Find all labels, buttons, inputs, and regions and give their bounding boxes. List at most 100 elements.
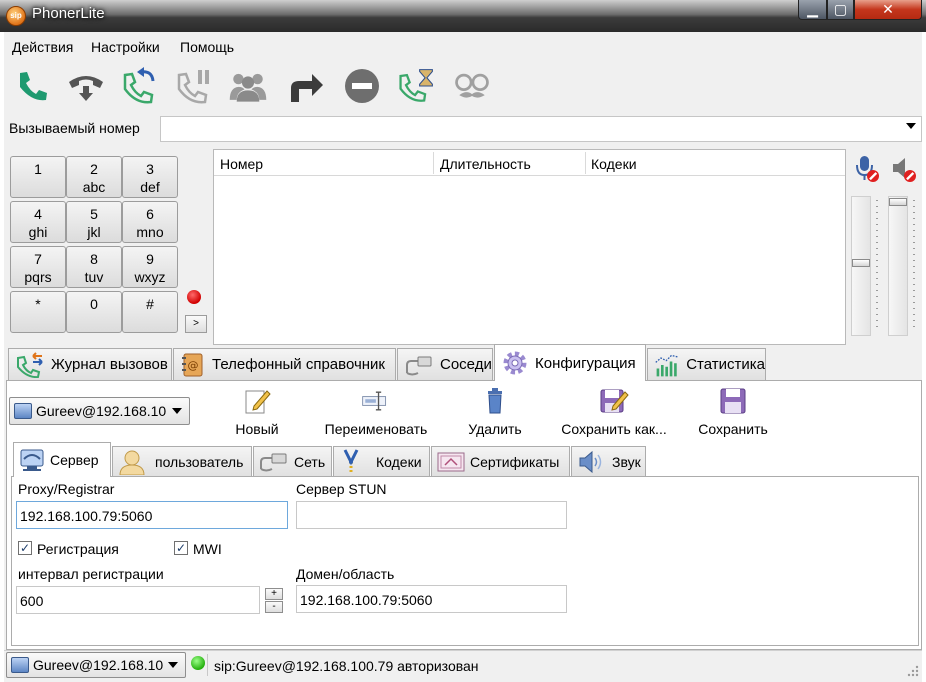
rename-icon[interactable]	[360, 386, 390, 416]
tab-certificates[interactable]: Сертификаты	[431, 446, 570, 476]
called-number-input[interactable]	[160, 116, 922, 142]
microphone-mute-icon[interactable]	[854, 155, 880, 183]
chevron-down-icon	[172, 408, 182, 414]
key-3[interactable]: 3 def	[122, 156, 178, 198]
tab-neighbors[interactable]: Соседи	[397, 348, 493, 380]
key-5[interactable]: 5 jkl	[66, 201, 122, 243]
server-icon	[20, 449, 44, 471]
proxy-registrar-input[interactable]: 192.168.100.79:5060	[16, 501, 288, 529]
stun-server-input[interactable]	[296, 501, 567, 529]
tab-configuration[interactable]: Конфигурация	[494, 344, 646, 381]
rename-button[interactable]: Переименовать	[316, 421, 436, 437]
interval-decrement-button[interactable]: -	[265, 601, 283, 613]
key-hash[interactable]: #	[122, 291, 178, 333]
interval-increment-button[interactable]: +	[265, 588, 283, 600]
anonymous-icon[interactable]	[452, 66, 492, 106]
column-codecs[interactable]: Кодеки	[591, 156, 637, 172]
save-as-icon[interactable]	[599, 386, 629, 416]
hangup-icon[interactable]	[66, 66, 106, 106]
redial-icon[interactable]	[120, 66, 160, 106]
save-icon[interactable]	[718, 386, 748, 416]
neighbors-icon	[406, 356, 432, 375]
new-icon[interactable]	[242, 386, 272, 416]
call-icon[interactable]	[12, 66, 52, 106]
chevron-down-icon[interactable]	[906, 123, 916, 129]
call-log-icon	[17, 351, 43, 378]
key-7[interactable]: 7 pqrs	[10, 246, 66, 288]
save-as-button[interactable]: Сохранить как...	[556, 421, 672, 437]
do-not-disturb-icon[interactable]	[342, 66, 382, 106]
tab-neighbors-label: Соседи	[440, 356, 492, 373]
key-star[interactable]: *	[10, 291, 66, 333]
tab-statistics[interactable]: Статистика	[647, 348, 766, 380]
profile-select[interactable]: Gureev@192.168.10	[9, 397, 190, 425]
tab-phonebook-label: Телефонный справочник	[212, 356, 385, 373]
tab-user[interactable]: пользователь	[112, 446, 252, 476]
calls-table[interactable]	[213, 149, 846, 345]
mwi-checkbox[interactable]: ✓	[174, 541, 188, 555]
registration-status-text: sip:Gureev@192.168.100.79 авторизован	[214, 658, 479, 674]
domain-realm-label: Домен/область	[296, 566, 395, 582]
key-0[interactable]: 0	[66, 291, 122, 333]
trash-icon[interactable]	[480, 386, 510, 416]
hold-icon[interactable]	[174, 66, 214, 106]
registration-checkbox[interactable]: ✓	[18, 541, 32, 555]
tab-codecs[interactable]: Кодеки	[333, 446, 430, 476]
tab-user-label: пользователь	[155, 453, 244, 470]
tab-server-label: Сервер	[50, 452, 99, 468]
key-1[interactable]: 1	[10, 156, 66, 198]
speaker-volume-thumb[interactable]	[889, 198, 907, 206]
network-icon	[260, 453, 287, 471]
save-button[interactable]: Сохранить	[690, 421, 776, 437]
tab-sound-label: Звук	[612, 453, 641, 470]
transfer-icon[interactable]	[286, 66, 326, 106]
mwi-label: MWI	[193, 541, 222, 557]
stun-server-label: Сервер STUN	[296, 481, 387, 497]
window-title: PhonerLite	[32, 5, 105, 22]
key-4[interactable]: 4 ghi	[10, 201, 66, 243]
new-button[interactable]: Новый	[224, 421, 290, 437]
domain-realm-input[interactable]: 192.168.100.79:5060	[296, 585, 567, 613]
tab-network[interactable]: Сеть	[253, 446, 332, 476]
computer-icon	[14, 403, 32, 419]
user-icon	[119, 450, 145, 475]
tab-certificates-label: Сертификаты	[470, 453, 560, 470]
close-button[interactable]: ✕	[854, 0, 922, 20]
phonebook-icon: @	[182, 353, 203, 376]
status-profile-value: Gureev@192.168.10	[33, 657, 164, 673]
svg-text:@: @	[188, 359, 199, 372]
status-profile-select[interactable]: Gureev@192.168.10	[6, 652, 186, 678]
registration-interval-input[interactable]: 600	[16, 586, 260, 614]
key-8[interactable]: 8 tuv	[66, 246, 122, 288]
call-wait-icon[interactable]	[396, 66, 436, 106]
key-2[interactable]: 2 abc	[66, 156, 122, 198]
maximize-button[interactable]: ▢	[827, 0, 854, 20]
delete-button[interactable]: Удалить	[460, 421, 530, 437]
speaker-volume-slider[interactable]	[888, 196, 908, 336]
tab-sound[interactable]: Звук	[571, 446, 646, 476]
column-divider[interactable]	[433, 152, 434, 174]
record-icon[interactable]	[187, 290, 201, 304]
menu-settings[interactable]: Настройки	[91, 39, 160, 55]
resize-grip-icon[interactable]	[906, 664, 920, 678]
profile-select-value: Gureev@192.168.10	[36, 403, 167, 419]
tab-call-log[interactable]: Журнал вызовов	[8, 348, 172, 380]
status-divider	[207, 654, 208, 676]
key-9[interactable]: 9 wxyz	[122, 246, 178, 288]
key-6[interactable]: 6 mno	[122, 201, 178, 243]
column-duration[interactable]: Длительность	[440, 156, 531, 172]
column-number[interactable]: Номер	[220, 156, 263, 172]
speaker-mute-icon[interactable]	[890, 155, 918, 183]
title-bar[interactable]	[0, 0, 926, 32]
tab-codecs-label: Кодеки	[376, 453, 422, 470]
menu-actions[interactable]: Действия	[12, 39, 73, 55]
column-divider[interactable]	[585, 152, 586, 174]
gear-icon	[503, 351, 527, 375]
keypad-more-button[interactable]: >	[185, 315, 207, 333]
conference-icon[interactable]	[228, 66, 268, 106]
tab-phonebook[interactable]: @ Телефонный справочник	[173, 348, 396, 380]
minimize-button[interactable]: ▁	[798, 0, 827, 20]
microphone-volume-thumb[interactable]	[852, 259, 870, 267]
tab-server[interactable]: Сервер	[13, 442, 111, 477]
menu-help[interactable]: Помощь	[180, 39, 234, 55]
